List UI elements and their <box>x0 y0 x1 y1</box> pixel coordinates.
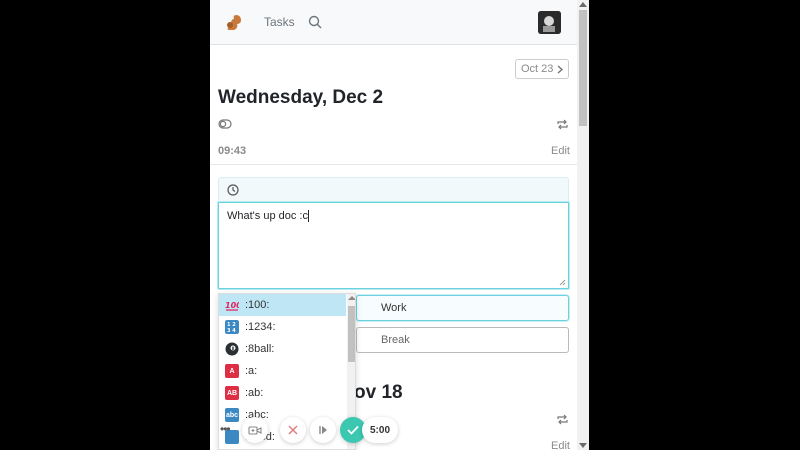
note-textarea[interactable]: What's up doc :c <box>218 202 569 289</box>
emoji-option-8ball[interactable]: 8 :8ball: <box>219 338 346 360</box>
nav-tasks-link[interactable]: Tasks <box>264 15 295 29</box>
play-next-icon <box>319 426 327 434</box>
page-scrollbar[interactable] <box>577 0 589 450</box>
scroll-down-arrow-icon[interactable] <box>579 443 587 448</box>
chevron-right-icon <box>557 64 564 74</box>
previous-date-button[interactable]: Oct 23 <box>515 59 569 79</box>
emoji-option-label: :1234: <box>245 321 276 333</box>
squirrel-logo-icon[interactable] <box>224 12 244 32</box>
emoji-option-a[interactable]: A :a: <box>219 360 346 382</box>
page-content: Tasks Oct 23 Wednesday, Dec 2 09:43 Edit… <box>210 0 577 450</box>
next-day-edit-link[interactable]: Edit <box>551 440 570 450</box>
emoji-option-label: :100: <box>245 299 270 311</box>
repeat-icon[interactable] <box>556 414 569 425</box>
resize-handle-icon[interactable] <box>559 279 566 286</box>
postpone-button[interactable] <box>242 417 268 443</box>
next-day-title: ov 18 <box>354 382 403 403</box>
a-button-icon: A <box>225 364 239 378</box>
video-add-icon <box>248 425 262 435</box>
more-options-icon[interactable]: ••• <box>220 422 231 436</box>
emoji-option-ab[interactable]: AB :ab: <box>219 382 346 404</box>
previous-date-label: Oct 23 <box>521 63 554 75</box>
check-icon <box>347 425 359 435</box>
scroll-up-arrow-icon[interactable] <box>348 296 355 300</box>
scrollbar-thumb[interactable] <box>348 306 355 362</box>
emoji-option-label: :8ball: <box>245 343 275 355</box>
emoji-option-label: :ab: <box>245 387 264 399</box>
repeat-icon[interactable] <box>556 119 569 130</box>
svg-text:8: 8 <box>232 346 235 351</box>
close-icon <box>288 425 298 435</box>
timer-display[interactable]: 5:00 <box>362 417 398 443</box>
svg-text:3 4: 3 4 <box>227 328 236 334</box>
clock-icon <box>227 184 239 196</box>
action-bar: ••• 5:00 <box>218 415 398 445</box>
skip-button[interactable] <box>310 417 336 443</box>
note-text: What's up doc :c <box>227 210 308 222</box>
pool-8-ball-icon: 8 <box>225 342 239 356</box>
edit-link[interactable]: Edit <box>551 145 570 157</box>
input-numbers-icon: 1 2 3 4 <box>225 320 239 334</box>
scroll-up-arrow-icon[interactable] <box>579 2 587 7</box>
work-button[interactable]: Work <box>356 295 569 321</box>
divider <box>210 164 577 165</box>
svg-text:100: 100 <box>225 301 239 310</box>
emoji-option-100[interactable]: 100 :100: <box>219 294 346 316</box>
note-header <box>218 177 569 202</box>
search-icon[interactable] <box>308 15 322 29</box>
entry-time: 09:43 <box>218 145 247 157</box>
app-frame: Tasks Oct 23 Wednesday, Dec 2 09:43 Edit… <box>210 0 589 450</box>
emoji-option-1234[interactable]: 1 2 3 4 :1234: <box>219 316 346 338</box>
avatar[interactable] <box>538 11 561 34</box>
text-caret <box>307 210 309 223</box>
navbar: Tasks <box>210 0 577 45</box>
emoji-option-label: :a: <box>245 365 258 377</box>
toggle-icon[interactable] <box>218 119 232 129</box>
hundred-points-icon: 100 <box>225 301 239 311</box>
cancel-button[interactable] <box>280 417 306 443</box>
day-title: Wednesday, Dec 2 <box>218 87 384 108</box>
ab-button-icon: AB <box>225 386 239 400</box>
break-button[interactable]: Break <box>356 327 569 353</box>
scrollbar-thumb[interactable] <box>579 10 587 126</box>
